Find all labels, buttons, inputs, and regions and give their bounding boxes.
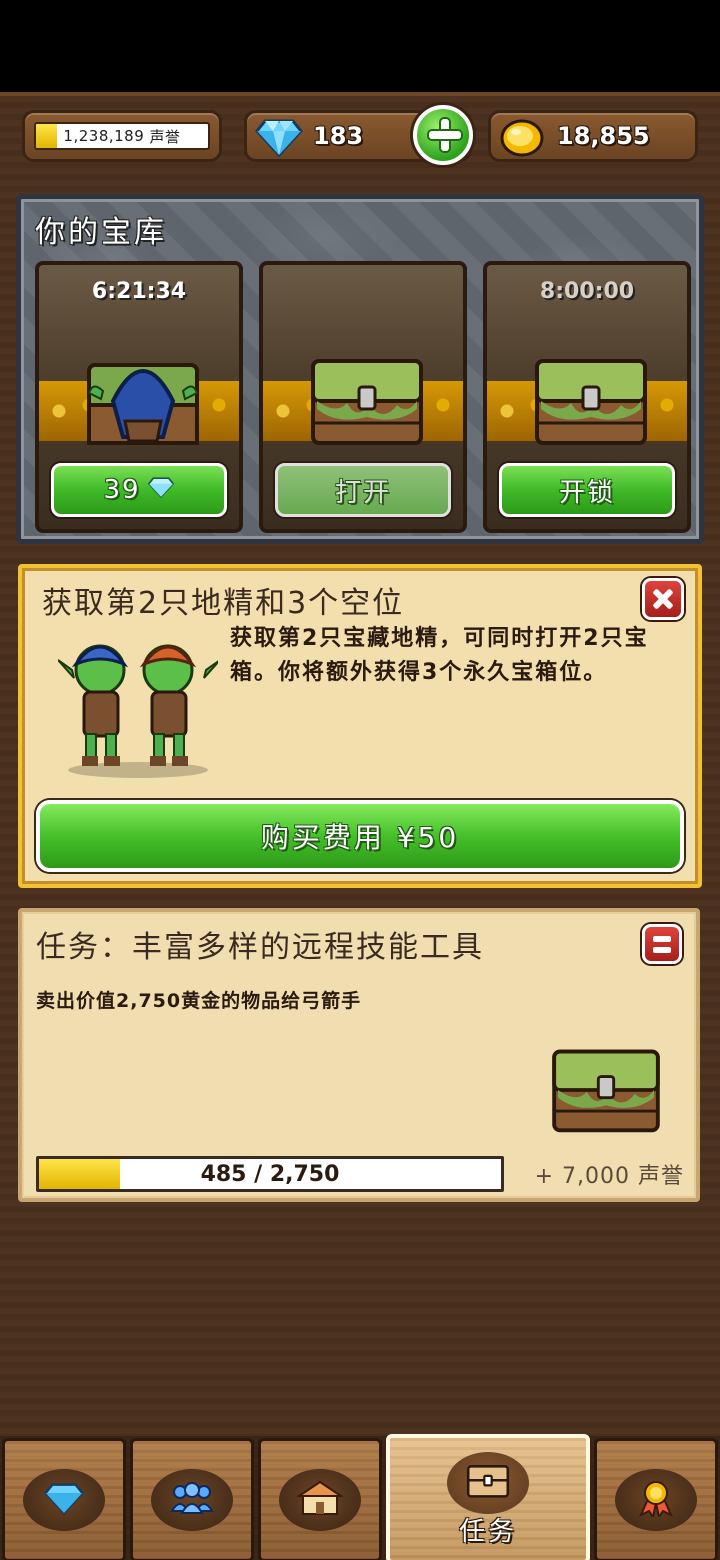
reputation-unit: 声誉: [149, 127, 181, 146]
quest-title: 任务：丰富多样的远程技能工具: [36, 930, 484, 965]
reputation-bar: 1,238,189 声誉: [34, 122, 210, 150]
gold-coin-icon: [499, 118, 545, 162]
game-screen: 1,238,189 声誉 183 18,855 你的宝库 6:21:34 39 …: [0, 92, 720, 1560]
offer-description: 获取第2只宝藏地精，可同时打开2只宝箱。你将额外获得3个永久宝箱位。: [230, 626, 649, 685]
unlock-chest-button[interactable]: 开锁: [499, 463, 675, 517]
vault-title: 你的宝库: [35, 215, 167, 250]
nav-item-people[interactable]: [130, 1438, 254, 1560]
vault-panel: 你的宝库 6:21:34 39 打开 8:00:00 开锁: [16, 194, 704, 544]
chest-icon: [466, 1462, 510, 1504]
quest-panel: 任务：丰富多样的远程技能工具 卖出价值2,750黄金的物品给弓箭手 485 / …: [18, 908, 700, 1202]
chest-icon: [548, 1042, 664, 1142]
reputation-value: 1,238,189: [63, 127, 145, 145]
gem-icon: [255, 117, 303, 161]
open-chest-button[interactable]: 打开: [275, 463, 451, 517]
slot-timer: 6:21:34: [91, 279, 187, 304]
medal-icon: [639, 1479, 673, 1521]
offer-title: 获取第2只地精和3个空位: [42, 586, 405, 621]
nav-item-shop[interactable]: [258, 1438, 382, 1560]
gem-count: 183: [313, 122, 364, 150]
vault-slot-2[interactable]: 打开: [259, 261, 467, 533]
people-icon: [170, 1481, 214, 1519]
skip-timer-button[interactable]: 39: [51, 463, 227, 517]
vault-slot-3[interactable]: 8:00:00 开锁: [483, 261, 691, 533]
slot-timer: 8:00:00: [539, 279, 635, 304]
buy-goblin-button[interactable]: 购买费用 ¥50: [36, 800, 684, 872]
goblins-illustration: [57, 630, 221, 784]
nav-item-achievements[interactable]: [594, 1438, 718, 1560]
house-icon: [295, 1480, 345, 1520]
vault-slot-1[interactable]: 6:21:34 39: [35, 261, 243, 533]
nav-label: 任务: [458, 1517, 517, 1547]
nav-item-quests[interactable]: 任务: [386, 1434, 590, 1560]
skip-price: 39: [103, 475, 141, 505]
quest-progress-bar: 485 / 2,750: [36, 1156, 504, 1192]
gem-icon: [44, 1481, 84, 1519]
chest-icon: [307, 351, 427, 455]
nav-item-gems[interactable]: [2, 1438, 126, 1560]
collapse-icon[interactable]: [642, 924, 682, 964]
quest-reward: + 7,000 声誉: [534, 1164, 684, 1189]
gem-icon: [147, 475, 175, 505]
bottom-nav: 任务: [0, 1434, 720, 1560]
add-gems-button[interactable]: [413, 105, 473, 165]
goblin-icon: [83, 351, 203, 455]
gold-counter: 18,855: [488, 110, 698, 162]
gold-count: 18,855: [557, 122, 650, 150]
chest-icon: [531, 351, 651, 455]
goblin-offer-panel: 获取第2只地精和3个空位 获取第2只宝藏地精，可同时打开2只宝箱。你将额外获得3…: [18, 564, 702, 888]
quest-progress-text: 485 / 2,750: [200, 1161, 340, 1187]
quest-description: 卖出价值2,750黄金的物品给弓箭手: [36, 990, 362, 1012]
close-icon[interactable]: [642, 578, 684, 620]
gem-counter[interactable]: 183: [244, 105, 473, 165]
reputation-display: 1,238,189 声誉: [22, 110, 222, 162]
